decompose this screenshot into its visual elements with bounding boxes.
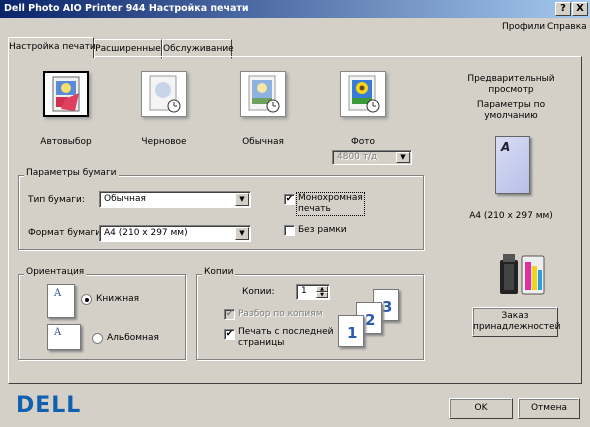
window-title: Dell Photo AIO Printer 944 Настройка печ…: [4, 3, 249, 14]
copies-spinner[interactable]: 1 ▲ ▼: [296, 284, 330, 300]
portrait-icon: A: [47, 284, 75, 318]
quality-photo-thumbnail[interactable]: [340, 71, 386, 117]
photo-dpi-select[interactable]: 4800 т/д ▼: [332, 150, 412, 165]
order-supplies-label-line1: Заказ: [501, 311, 529, 321]
page-1-number: 1: [347, 324, 358, 342]
reverse-order-label-line2: страницы: [238, 338, 285, 348]
photo-quality-icon: [348, 75, 380, 113]
quality-normal-label[interactable]: Обычная: [223, 137, 303, 147]
chevron-down-icon[interactable]: ▼: [396, 152, 410, 163]
preview-page: A: [495, 136, 530, 194]
paper-type-label: Тип бумаги:: [28, 195, 85, 205]
monochrome-label[interactable]: Монохромная печать: [296, 192, 365, 216]
reverse-order-label[interactable]: Печать с последней страницы: [238, 327, 333, 349]
quality-photo-label[interactable]: Фото: [323, 137, 403, 147]
orientation-group-title: Ориентация: [24, 267, 87, 277]
portrait-icon-letter: A: [54, 288, 62, 299]
preview-title: Предварительный просмотр: [454, 74, 568, 96]
help-title-button[interactable]: ?: [555, 2, 571, 16]
page-2-number: 2: [365, 311, 376, 329]
portrait-radio[interactable]: [81, 294, 92, 305]
dell-logo: DELL: [16, 393, 82, 418]
close-title-button[interactable]: X: [572, 2, 588, 16]
monochrome-checkbox[interactable]: ✔: [284, 194, 295, 205]
draft-quality-icon: [149, 75, 181, 113]
borderless-checkbox[interactable]: [284, 225, 295, 236]
paper-type-value: Обычная: [104, 194, 146, 204]
ok-button[interactable]: OK: [449, 398, 513, 419]
copies-group-title: Копии: [202, 267, 236, 277]
order-supplies-button[interactable]: Заказ принадлежностей: [472, 307, 561, 337]
chevron-down-icon[interactable]: ▼: [235, 227, 249, 240]
monochrome-label-line1: Монохромная: [298, 193, 363, 203]
preview-subtitle: Параметры по умолчанию: [454, 100, 568, 122]
reverse-order-checkbox[interactable]: ✔: [224, 329, 235, 340]
paper-size-value: A4 (210 x 297 мм): [104, 228, 188, 238]
preview-title-line1: Предварительный: [467, 74, 555, 84]
menu-profiles[interactable]: Профили: [502, 22, 545, 32]
landscape-icon: A: [47, 324, 81, 350]
spin-down-icon[interactable]: ▼: [316, 292, 328, 298]
page-3-number: 3: [382, 298, 393, 316]
paper-type-select[interactable]: Обычная ▼: [99, 191, 251, 208]
menu-help[interactable]: Справка: [547, 22, 587, 32]
quality-auto-thumbnail[interactable]: [43, 71, 89, 117]
tab-print-settings[interactable]: Настройка печати: [8, 37, 96, 58]
reverse-order-label-line1: Печать с последней: [238, 327, 334, 337]
quality-normal-thumbnail[interactable]: [240, 71, 286, 117]
normal-quality-icon: [248, 75, 280, 113]
paper-group-title: Параметры бумаги: [24, 168, 119, 178]
quality-auto-label[interactable]: Автовыбор: [26, 137, 106, 147]
page-1-icon: 1: [338, 315, 364, 347]
ink-cartridges-icon: [500, 254, 545, 295]
monochrome-label-line2: печать: [298, 204, 331, 214]
paper-size-select[interactable]: A4 (210 x 297 мм) ▼: [99, 225, 251, 242]
photo-dpi-value: 4800 т/д: [337, 152, 378, 162]
landscape-icon-letter: A: [54, 327, 62, 338]
quality-draft-label[interactable]: Черновое: [124, 137, 204, 147]
landscape-label[interactable]: Альбомная: [107, 333, 159, 343]
copies-value: 1: [301, 286, 307, 296]
paper-size-label: Формат бумаги:: [28, 228, 105, 238]
landscape-radio[interactable]: [92, 333, 103, 344]
order-supplies-label-line2: принадлежностей: [473, 322, 561, 332]
preview-subtitle-line1: Параметры по: [476, 100, 546, 110]
quality-draft-thumbnail[interactable]: [141, 71, 187, 117]
orientation-group: [18, 274, 186, 360]
preview-size: A4 (210 x 297 мм): [469, 211, 553, 221]
auto-quality-icon: [52, 76, 80, 112]
preview-page-letter: A: [501, 140, 511, 154]
collate-label[interactable]: Разбор по копиям: [238, 309, 323, 319]
preview-subtitle-line2: умолчанию: [484, 111, 538, 121]
portrait-label[interactable]: Книжная: [96, 294, 139, 304]
copies-label: Копии:: [242, 287, 275, 297]
title-bar[interactable]: Dell Photo AIO Printer 944 Настройка печ…: [0, 0, 590, 18]
cancel-button[interactable]: Отмена: [518, 398, 580, 419]
borderless-label[interactable]: Без рамки: [298, 225, 347, 235]
preview-title-line2: просмотр: [488, 85, 534, 95]
chevron-down-icon[interactable]: ▼: [235, 193, 249, 206]
collate-checkbox[interactable]: ✔: [224, 309, 235, 320]
